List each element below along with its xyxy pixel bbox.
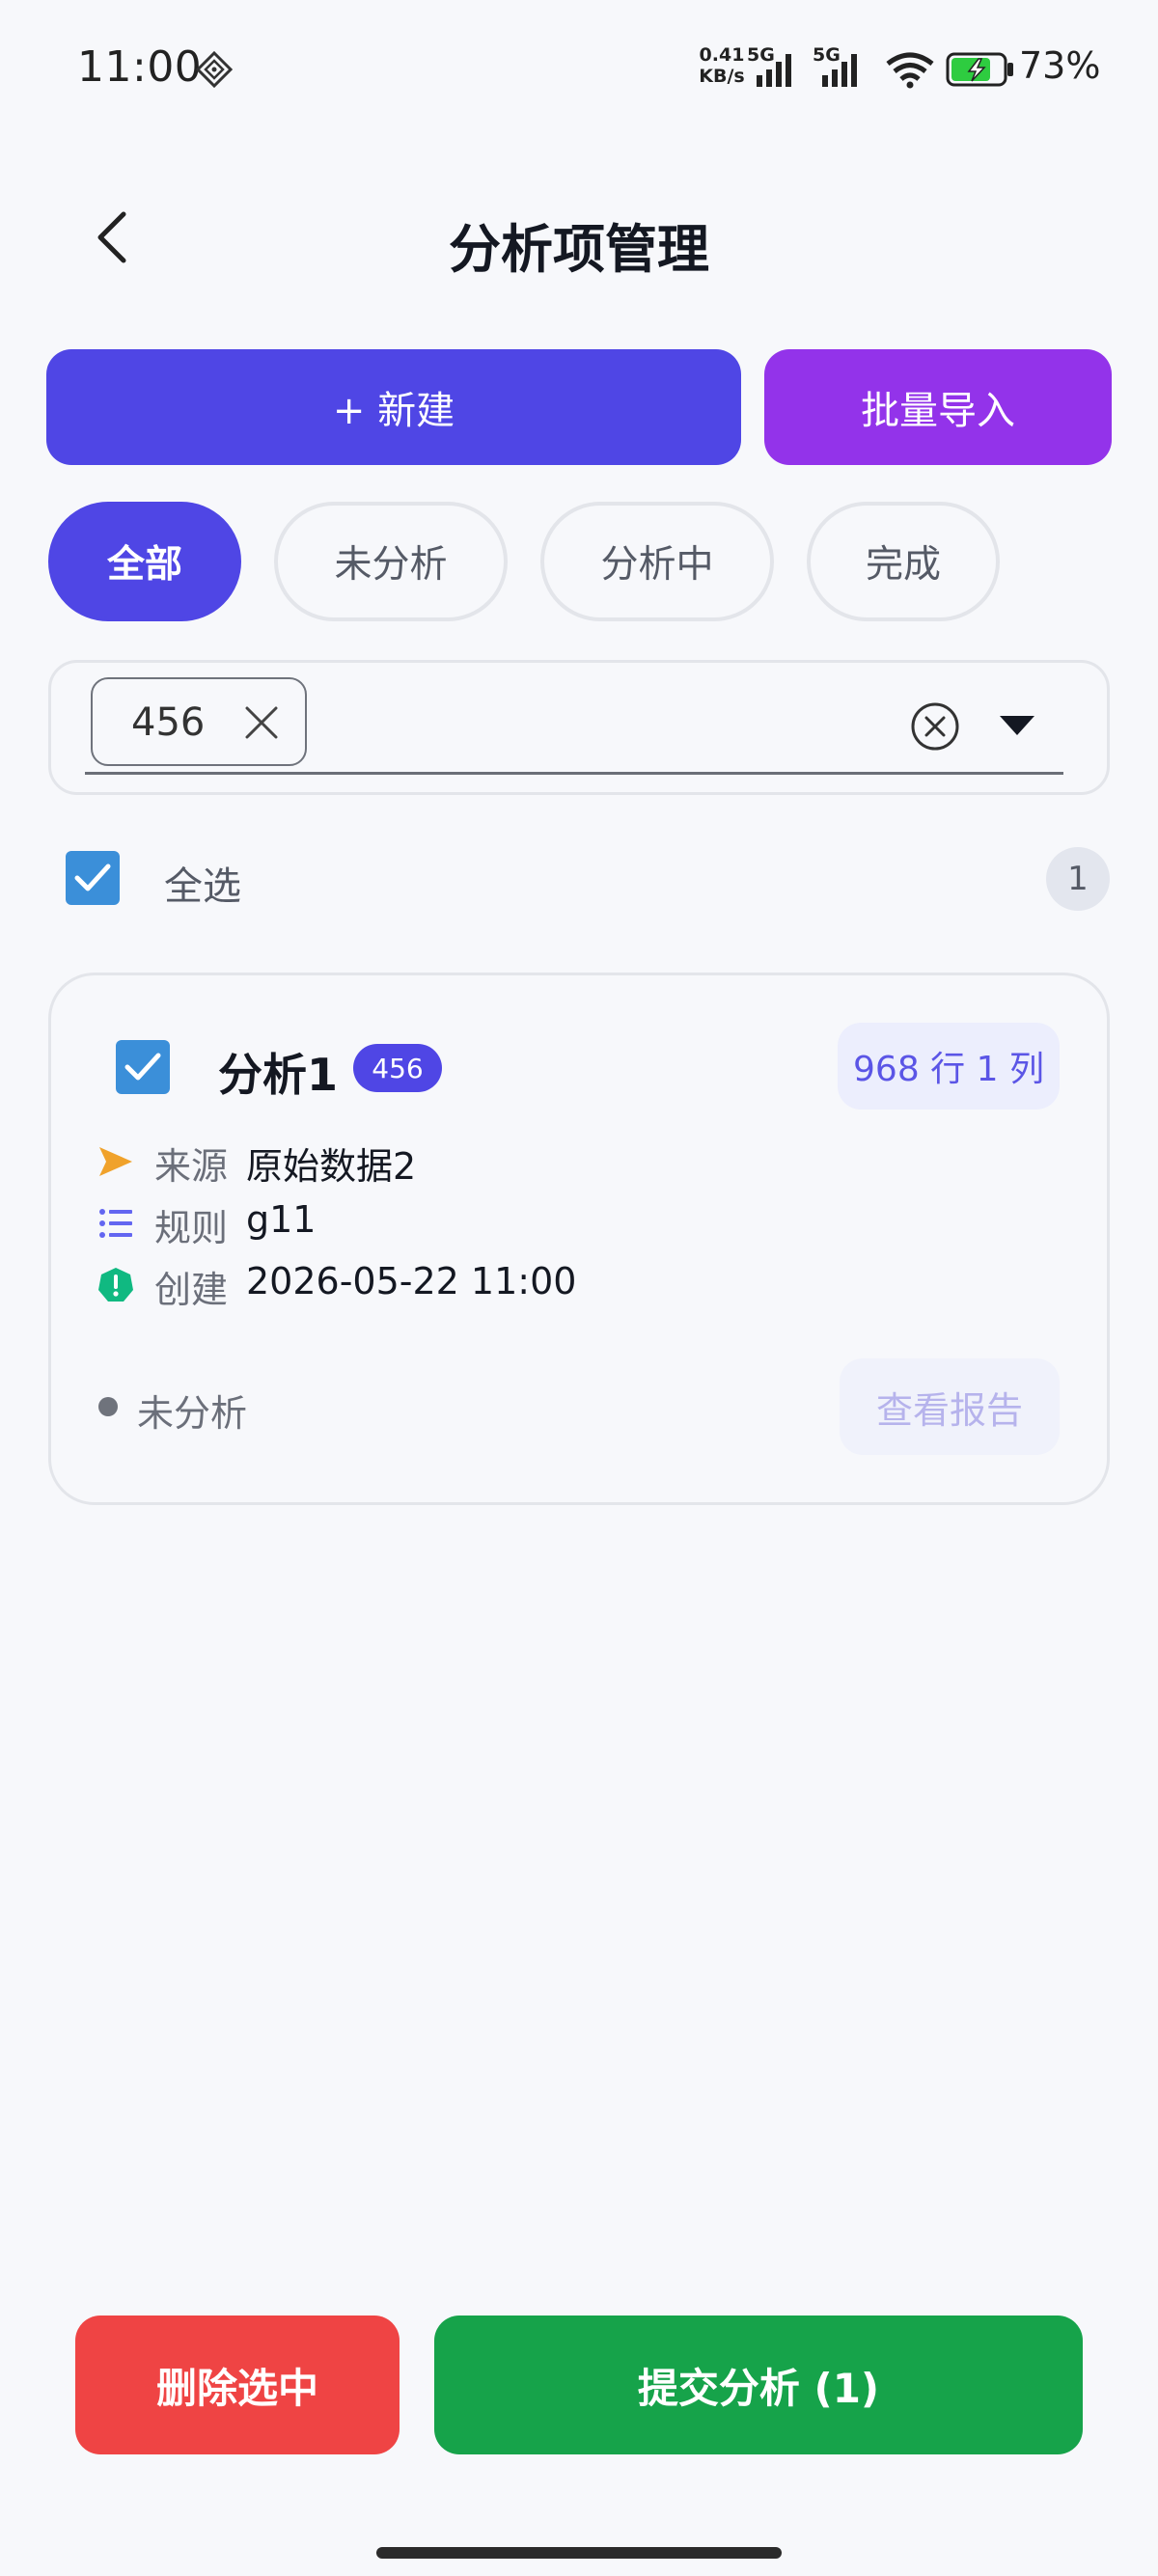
selected-tag: 456 — [91, 677, 307, 766]
battery-icon — [946, 52, 1013, 87]
battery-percent: 73% — [1019, 44, 1101, 87]
home-indicator[interactable] — [376, 2547, 782, 2559]
status-dot — [98, 1397, 118, 1416]
wifi-icon — [886, 52, 934, 89]
rule-value: g11 — [246, 1198, 317, 1241]
dimensions-badge: 968 行 1 列 — [838, 1023, 1060, 1110]
close-icon[interactable] — [241, 702, 282, 743]
signal-icon — [757, 54, 791, 87]
selected-count-badge: 1 — [1046, 847, 1110, 911]
item-tag-badge: 456 — [353, 1044, 442, 1092]
select-all-label: 全选 — [164, 864, 241, 909]
item-checkbox[interactable] — [116, 1040, 170, 1094]
tag-label: 456 — [131, 700, 206, 745]
submit-analysis-button[interactable]: 提交分析 (1) — [434, 2316, 1083, 2454]
page-title: 分析项管理 — [449, 219, 709, 280]
send-icon — [99, 1147, 132, 1176]
select-all-checkbox[interactable] — [66, 851, 120, 905]
filter-chip-complete[interactable]: 完成 — [807, 502, 1000, 621]
created-value: 2026-05-22 11:00 — [246, 1260, 577, 1302]
source-value: 原始数据2 — [246, 1145, 417, 1188]
new-button[interactable]: + 新建 — [46, 349, 741, 465]
check-icon — [124, 1053, 161, 1081]
filter-chip-all[interactable]: 全部 — [48, 502, 241, 621]
clear-icon[interactable] — [909, 700, 961, 753]
status-bar: 11:00 0.41 KB/s 5G 5G 73% — [0, 0, 1158, 135]
net-speed: 0.41 KB/s — [699, 44, 745, 87]
created-label: 创建 — [154, 1269, 229, 1311]
item-title: 分析1 — [218, 1049, 339, 1101]
screen: 11:00 0.41 KB/s 5G 5G 73% 分析项管理 + 新建 批量导… — [0, 0, 1158, 2576]
filter-chip-analyzing[interactable]: 分析中 — [540, 502, 774, 621]
select-underline — [85, 772, 1063, 775]
delete-selected-button[interactable]: 删除选中 — [75, 2316, 400, 2454]
filter-chip-unanalyzed[interactable]: 未分析 — [274, 502, 508, 621]
rule-label: 规则 — [154, 1207, 229, 1249]
item-status: 未分析 — [137, 1392, 248, 1435]
source-label: 来源 — [154, 1145, 229, 1188]
dropdown-arrow-icon[interactable] — [998, 714, 1036, 737]
check-icon — [74, 863, 111, 891]
view-report-button[interactable]: 查看报告 — [840, 1358, 1060, 1455]
signal-icon — [822, 54, 857, 87]
diamond-icon — [195, 50, 234, 89]
list-icon — [99, 1209, 132, 1238]
batch-import-button[interactable]: 批量导入 — [764, 349, 1112, 465]
status-time: 11:00 — [77, 42, 203, 92]
alert-badge-icon — [98, 1268, 133, 1302]
